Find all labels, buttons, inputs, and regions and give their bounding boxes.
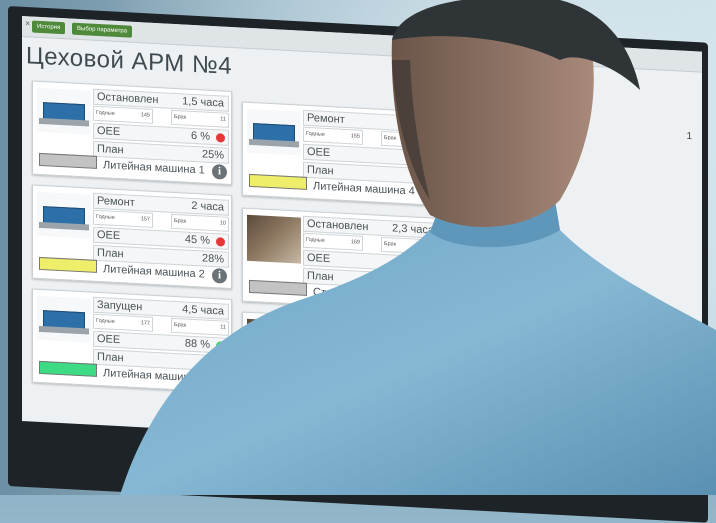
oee-value: 88 % <box>184 337 210 351</box>
status-duration: 1,5 часа <box>182 95 224 110</box>
info-icon[interactable]: i <box>212 163 227 180</box>
status-label: Ремонт <box>97 194 135 209</box>
machine-photo <box>247 214 301 264</box>
plan-value: 28% <box>201 356 224 370</box>
status-color-swatch <box>39 256 97 273</box>
tab-select-parameter[interactable]: Выбор параметра <box>72 22 133 38</box>
tab-history[interactable]: История <box>32 20 66 35</box>
page-title: Цеховой АРМ №4 <box>26 42 233 81</box>
plan-value: 28% <box>201 252 224 266</box>
status-color-swatch <box>39 152 97 169</box>
oee-status-dot <box>426 260 435 270</box>
machine-name: Литейная машина 4 <box>313 180 415 198</box>
status-label: Запущ <box>307 321 341 336</box>
status-duration: 4,5 часа <box>182 303 224 318</box>
good-count: Годные 169 <box>303 232 363 251</box>
status-color-swatch <box>39 360 97 377</box>
machine-thumbnail <box>37 87 91 135</box>
machine-thumbnail <box>37 295 91 343</box>
defect-count <box>381 340 439 359</box>
oee-value: 55 % <box>394 256 420 270</box>
info-icon[interactable]: i <box>212 267 227 284</box>
monitor-screen: × История Выбор параметра Цеховой АРМ №4… <box>22 16 702 457</box>
status-label: Остановлен <box>307 217 369 234</box>
status-duration: 2,3 часа <box>392 222 434 237</box>
status-duration: 2 часа <box>191 199 224 214</box>
machine-thumbnail <box>247 108 301 156</box>
oee-value: 45 % <box>184 233 210 247</box>
machine-card[interactable]: Запущ <box>242 311 442 417</box>
machine-name: Литейная машина 1 <box>103 159 205 177</box>
oee-status-dot <box>216 133 225 143</box>
machine-card[interactable]: Ремонт 2 часа Годные 157 Брак 10 OEE 45 % … <box>32 184 232 290</box>
close-icon[interactable]: × <box>25 18 30 28</box>
machine-photo <box>247 318 301 368</box>
machine-name: Литейная машина 2 <box>103 263 205 281</box>
status-color-swatch <box>249 173 307 190</box>
page-number: 1 <box>686 130 692 143</box>
defect-count: Брак 11 <box>171 317 229 336</box>
oee-value: 6 % <box>191 129 210 143</box>
good-count: Годные 145 <box>93 105 153 124</box>
status-label: Ремонт <box>307 111 345 126</box>
good-count: Годные 155 <box>303 126 363 145</box>
machine-thumbnail <box>37 191 91 239</box>
status-color-swatch <box>249 279 307 296</box>
machine-card[interactable]: Остановлен 1,5 часа Годные 145 Брак 11 OEE… <box>32 80 232 186</box>
status-label: Остановлен <box>97 90 159 107</box>
machine-card[interactable]: Запущен 4,5 часа Годные 177 Брак 11 OEE 88… <box>32 288 232 394</box>
defect-count: Брак 15 <box>381 236 439 255</box>
plan-value: 25% <box>201 148 224 162</box>
defect-count: Брак <box>381 130 439 149</box>
machine-card[interactable]: Остановлен 2,3 часа Годные 169 Брак 15 OEE… <box>242 207 442 313</box>
oee-status-dot <box>216 341 225 351</box>
defect-count: Брак 10 <box>171 213 229 232</box>
machine-name: Литейная машина 3 <box>103 367 205 385</box>
good-count <box>303 336 363 355</box>
plan-value: 24% <box>411 275 434 289</box>
machine-card[interactable]: Ремонт Годные 155 Брак OEE 33 План Литейн… <box>242 101 442 207</box>
good-count: Годные 177 <box>93 313 153 332</box>
good-count: Годные 157 <box>93 209 153 228</box>
status-label: Запущен <box>97 298 143 314</box>
oee-status-dot <box>216 237 225 247</box>
defect-count: Брак 11 <box>171 109 229 128</box>
oee-value: 33 <box>407 151 420 164</box>
